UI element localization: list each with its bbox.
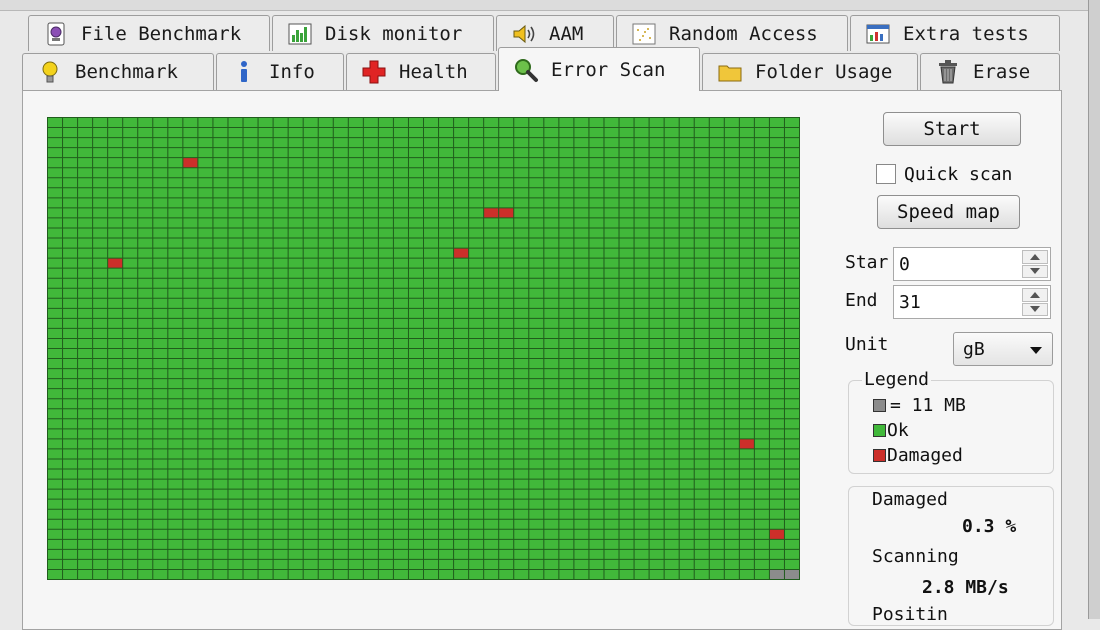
quick-scan-checkbox[interactable] — [876, 164, 896, 184]
tab-label: Folder Usage — [755, 61, 893, 83]
extra-tests-icon — [865, 21, 891, 47]
spin-up-icon[interactable] — [1022, 288, 1048, 302]
damaged-stat-value: 0.3 % — [962, 516, 1017, 537]
damaged-block — [107, 258, 123, 269]
speed-map-button[interactable]: Speed map — [877, 195, 1020, 229]
tab-label: Health — [399, 61, 468, 83]
tab-file-benchmark[interactable]: File Benchmark — [28, 15, 270, 51]
spin-down-icon[interactable] — [1022, 302, 1048, 316]
unit-select[interactable]: gB — [953, 332, 1053, 366]
damaged-block — [483, 207, 499, 218]
tab-erase[interactable]: Erase — [920, 53, 1060, 90]
tab-benchmark[interactable]: Benchmark — [22, 53, 214, 90]
health-cross-icon — [361, 59, 387, 85]
spin-down-icon[interactable] — [1022, 264, 1048, 278]
position-stat-label: Positin — [872, 604, 948, 625]
disk-monitor-icon — [287, 21, 313, 47]
unit-value: gB — [963, 339, 985, 360]
tab-label: Erase — [973, 61, 1031, 83]
damaged-swatch — [873, 449, 886, 462]
legend-ok: Ok — [873, 420, 909, 441]
trash-icon — [935, 59, 961, 85]
tab-extra-tests[interactable]: Extra tests — [850, 15, 1060, 51]
tab-label: Info — [269, 61, 315, 83]
tab-folder-usage[interactable]: Folder Usage — [702, 53, 918, 90]
damaged-block — [739, 438, 755, 449]
tab-label: Disk monitor — [325, 22, 463, 45]
start-spinner[interactable]: 0 — [893, 247, 1051, 281]
damaged-block — [498, 207, 514, 218]
block-size-text: = 11 MB — [890, 395, 966, 416]
tab-aam[interactable]: AAM — [496, 15, 614, 51]
tab-random-access[interactable]: Random Access — [616, 15, 848, 51]
legend-damaged: Damaged — [873, 445, 963, 466]
unit-label: Unit — [845, 334, 889, 355]
tab-label: Error Scan — [551, 58, 666, 81]
speaker-icon — [511, 21, 537, 47]
damaged-stat-label: Damaged — [872, 489, 948, 510]
tab-label: Extra tests — [903, 22, 1029, 45]
ok-swatch — [873, 424, 886, 437]
spin-up-icon[interactable] — [1022, 250, 1048, 264]
pending-swatch — [873, 399, 886, 412]
random-access-icon — [631, 21, 657, 47]
pending-block — [784, 569, 800, 580]
tab-disk-monitor[interactable]: Disk monitor — [272, 15, 494, 51]
end-field-label: End — [845, 290, 878, 311]
scanning-stat-value: 2.8 MB/s — [922, 577, 1009, 598]
start-field-label: Star — [845, 252, 889, 273]
tab-error-scan[interactable]: Error Scan — [498, 47, 700, 91]
window-top-border — [0, 0, 1100, 11]
scanning-stat-label: Scanning — [872, 546, 959, 567]
quick-scan-label: Quick scan — [904, 164, 1013, 185]
tab-label: Benchmark — [75, 61, 178, 83]
start-value: 0 — [899, 254, 910, 275]
end-value: 31 — [899, 292, 921, 313]
legend-title: Legend — [862, 369, 932, 390]
start-button[interactable]: Start — [883, 112, 1021, 146]
damaged-block — [769, 529, 785, 540]
lightbulb-icon — [37, 59, 63, 85]
info-icon — [231, 59, 257, 85]
magnifier-icon — [513, 57, 539, 83]
damaged-block — [182, 157, 198, 168]
tab-label: AAM — [549, 22, 584, 45]
end-spinner[interactable]: 31 — [893, 285, 1051, 319]
tab-info[interactable]: Info — [216, 53, 344, 90]
tab-health[interactable]: Health — [346, 53, 496, 90]
legend-block-size: = 11 MB — [873, 395, 966, 416]
chevron-down-icon — [1030, 347, 1042, 354]
tab-label: Random Access — [669, 22, 818, 45]
tab-label: File Benchmark — [81, 22, 242, 45]
damaged-block — [453, 248, 469, 259]
ok-text: Ok — [887, 420, 909, 441]
scan-block-map — [47, 117, 800, 580]
damaged-text: Damaged — [887, 445, 963, 466]
folder-icon — [717, 59, 743, 85]
window-right-border — [1088, 0, 1100, 619]
file-benchmark-icon — [43, 21, 69, 47]
pending-block — [769, 569, 785, 580]
